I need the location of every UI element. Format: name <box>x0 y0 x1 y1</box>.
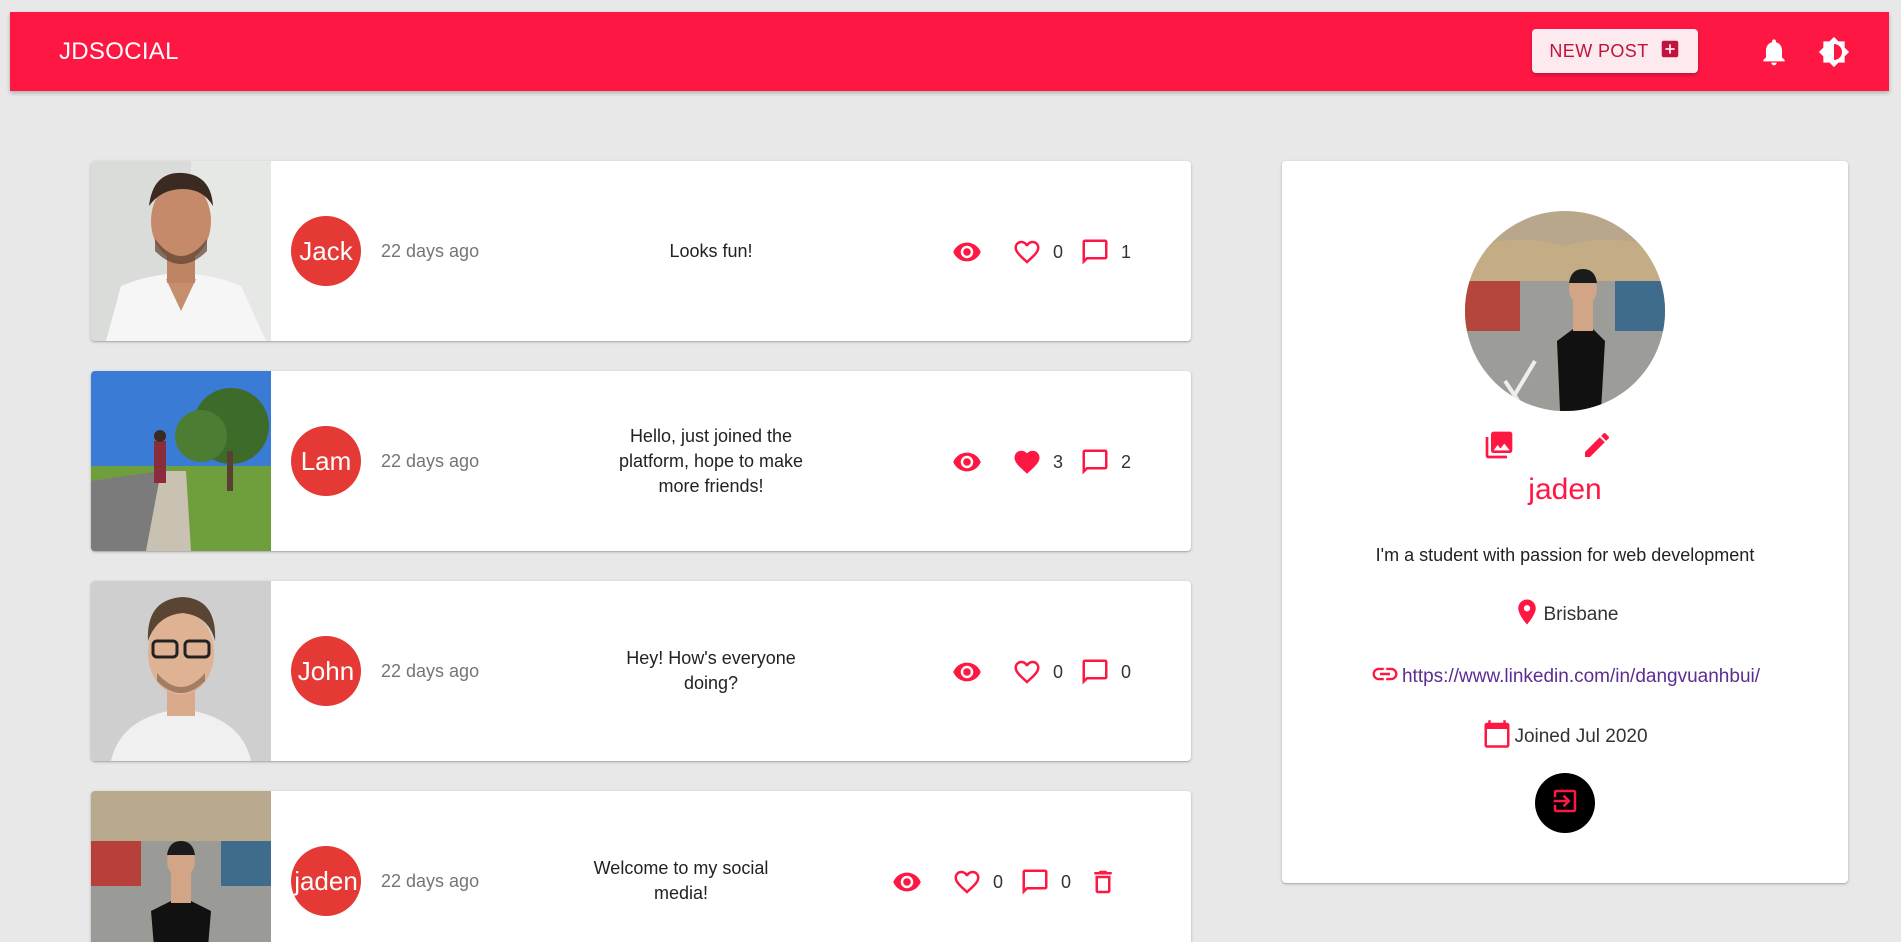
joined-text: Joined Jul 2020 <box>1514 726 1648 747</box>
profile-bio: I'm a student with passion for web devel… <box>1375 545 1755 565</box>
post-date: 22 days ago <box>381 661 480 681</box>
comment-count: 2 <box>1121 451 1132 472</box>
link-icon <box>1370 659 1400 695</box>
post-body: Looks fun! <box>669 240 753 261</box>
post-date: 22 days ago <box>381 241 480 261</box>
like-count: 0 <box>1053 241 1064 262</box>
like-count: 0 <box>1053 661 1064 682</box>
post-author-photo <box>91 791 271 942</box>
comment-count: 1 <box>1121 241 1132 262</box>
location-pin-icon <box>1512 597 1542 633</box>
brand-logo[interactable]: JDSOCIAL <box>59 38 179 66</box>
pencil-icon[interactable] <box>1581 429 1613 461</box>
post-author-avatar[interactable]: Lam <box>291 426 361 496</box>
post-body: Hey! How's everyone doing? <box>626 648 796 693</box>
post-actions: 0 1 <box>951 235 1147 269</box>
calendar-icon <box>1482 719 1512 755</box>
logout-icon <box>1550 786 1580 821</box>
website-link[interactable]: https://www.linkedin.com/in/dangvuanhbui… <box>1402 666 1760 688</box>
post-author-avatar[interactable]: jaden <box>291 846 361 916</box>
window-top-strip <box>0 0 1901 10</box>
profile-photo <box>1465 211 1665 411</box>
chat-bubble-icon[interactable] <box>1079 656 1111 688</box>
profile-joined: Joined Jul 2020 <box>1282 719 1848 755</box>
post-author-photo <box>91 581 271 761</box>
post-body: Welcome to my social media! <box>593 858 769 903</box>
post-actions: 0 0 <box>951 655 1147 689</box>
add-box-icon <box>1659 38 1681 65</box>
profile-location: Brisbane <box>1282 597 1848 633</box>
heart-outline-icon[interactable] <box>951 866 983 898</box>
eye-icon[interactable] <box>951 656 983 688</box>
profile-website: https://www.linkedin.com/in/dangvuanhbui… <box>1282 659 1848 695</box>
trash-icon[interactable] <box>1087 866 1119 898</box>
post-card: Lam 22 days ago Hello, just joined the p… <box>91 371 1191 551</box>
eye-icon[interactable] <box>951 236 983 268</box>
post-card: Jack 22 days ago Looks fun! 0 1 <box>91 161 1191 341</box>
heart-outline-icon[interactable] <box>1011 236 1043 268</box>
profile-card: jaden I'm a student with passion for web… <box>1282 161 1848 883</box>
logout-button[interactable] <box>1535 773 1595 833</box>
eye-icon[interactable] <box>951 446 983 478</box>
post-card: jaden 22 days ago Welcome to my social m… <box>91 791 1191 942</box>
post-author-photo <box>91 161 271 341</box>
like-count: 0 <box>993 871 1004 892</box>
post-date: 22 days ago <box>381 871 480 891</box>
image-icon[interactable] <box>1483 429 1515 461</box>
chat-bubble-icon[interactable] <box>1079 446 1111 478</box>
new-post-button[interactable]: NEW POST <box>1532 29 1698 73</box>
post-author-avatar[interactable]: Jack <box>291 216 361 286</box>
post-author-avatar[interactable]: John <box>291 636 361 706</box>
post-author-photo <box>91 371 271 551</box>
post-actions: 3 2 <box>951 445 1147 479</box>
profile-handle[interactable]: jaden <box>1282 473 1848 507</box>
comment-count: 0 <box>1121 661 1132 682</box>
eye-icon[interactable] <box>891 866 923 898</box>
post-date: 22 days ago <box>381 451 480 471</box>
app-bar: JDSOCIAL NEW POST <box>10 12 1889 91</box>
bell-icon[interactable] <box>1758 36 1790 68</box>
brightness-icon[interactable] <box>1818 36 1850 68</box>
post-body: Hello, just joined the platform, hope to… <box>618 425 804 496</box>
comment-count: 0 <box>1061 871 1072 892</box>
post-actions: 0 0 <box>891 865 1119 899</box>
like-count: 3 <box>1053 451 1064 472</box>
chat-bubble-icon[interactable] <box>1079 236 1111 268</box>
heart-filled-icon[interactable] <box>1011 446 1043 478</box>
post-card: John 22 days ago Hey! How's everyone doi… <box>91 581 1191 761</box>
new-post-label: NEW POST <box>1549 40 1649 61</box>
chat-bubble-icon[interactable] <box>1019 866 1051 898</box>
location-text: Brisbane <box>1543 604 1619 625</box>
heart-outline-icon[interactable] <box>1011 656 1043 688</box>
